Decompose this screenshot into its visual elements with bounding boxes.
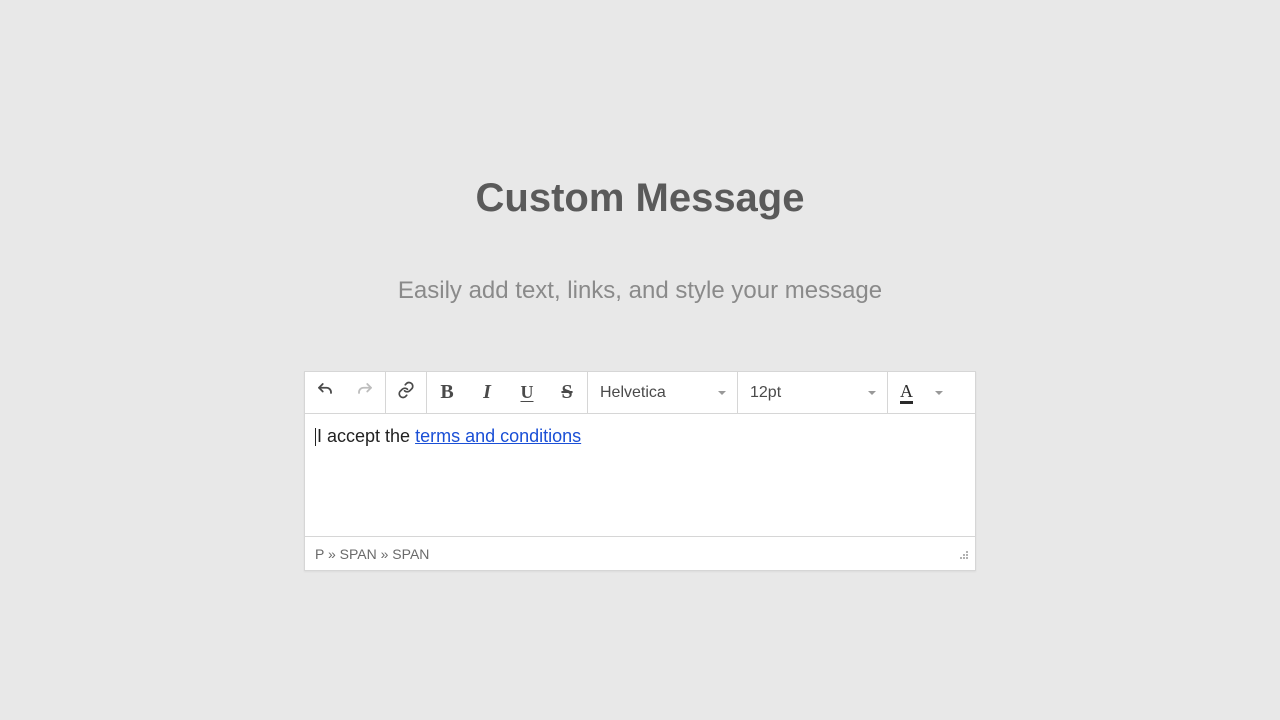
font-size-value: 12pt xyxy=(750,384,781,402)
rich-text-editor: B I U S Helvetica 12pt xyxy=(304,371,976,571)
editor-canvas[interactable]: I accept the terms and conditions xyxy=(305,414,975,536)
italic-button[interactable]: I xyxy=(467,372,507,413)
element-path: P » SPAN » SPAN xyxy=(315,546,429,562)
editor-toolbar: B I U S Helvetica 12pt xyxy=(305,372,975,414)
undo-button[interactable] xyxy=(305,372,345,413)
text-color-icon: A xyxy=(900,382,913,404)
resize-handle[interactable] xyxy=(957,548,969,560)
editor-statusbar: P » SPAN » SPAN xyxy=(305,536,975,570)
font-family-dropdown[interactable]: Helvetica xyxy=(588,372,738,413)
redo-icon xyxy=(356,381,374,404)
chevron-down-icon xyxy=(934,388,944,398)
history-group xyxy=(305,372,386,413)
page-root: Custom Message Easily add text, links, a… xyxy=(0,0,1280,720)
style-group: B I U S xyxy=(427,372,588,413)
chevron-down-icon xyxy=(717,388,727,398)
content-text: I accept the xyxy=(317,426,415,446)
underline-button[interactable]: U xyxy=(507,372,547,413)
underline-icon: U xyxy=(521,382,534,403)
link-group xyxy=(386,372,427,413)
font-size-dropdown[interactable]: 12pt xyxy=(738,372,888,413)
redo-button[interactable] xyxy=(345,372,385,413)
link-icon xyxy=(397,381,415,404)
text-cursor xyxy=(315,428,316,446)
insert-link-button[interactable] xyxy=(386,372,426,413)
page-subtitle: Easily add text, links, and style your m… xyxy=(398,277,882,305)
page-title: Custom Message xyxy=(476,176,805,221)
bold-icon: B xyxy=(440,381,453,404)
bold-button[interactable]: B xyxy=(427,372,467,413)
text-color-dropdown[interactable]: A xyxy=(888,372,954,413)
italic-icon: I xyxy=(483,381,491,404)
font-family-value: Helvetica xyxy=(600,384,666,402)
strikethrough-icon: S xyxy=(561,381,572,404)
chevron-down-icon xyxy=(867,388,877,398)
content-link[interactable]: terms and conditions xyxy=(415,426,581,446)
undo-icon xyxy=(316,381,334,404)
strikethrough-button[interactable]: S xyxy=(547,372,587,413)
